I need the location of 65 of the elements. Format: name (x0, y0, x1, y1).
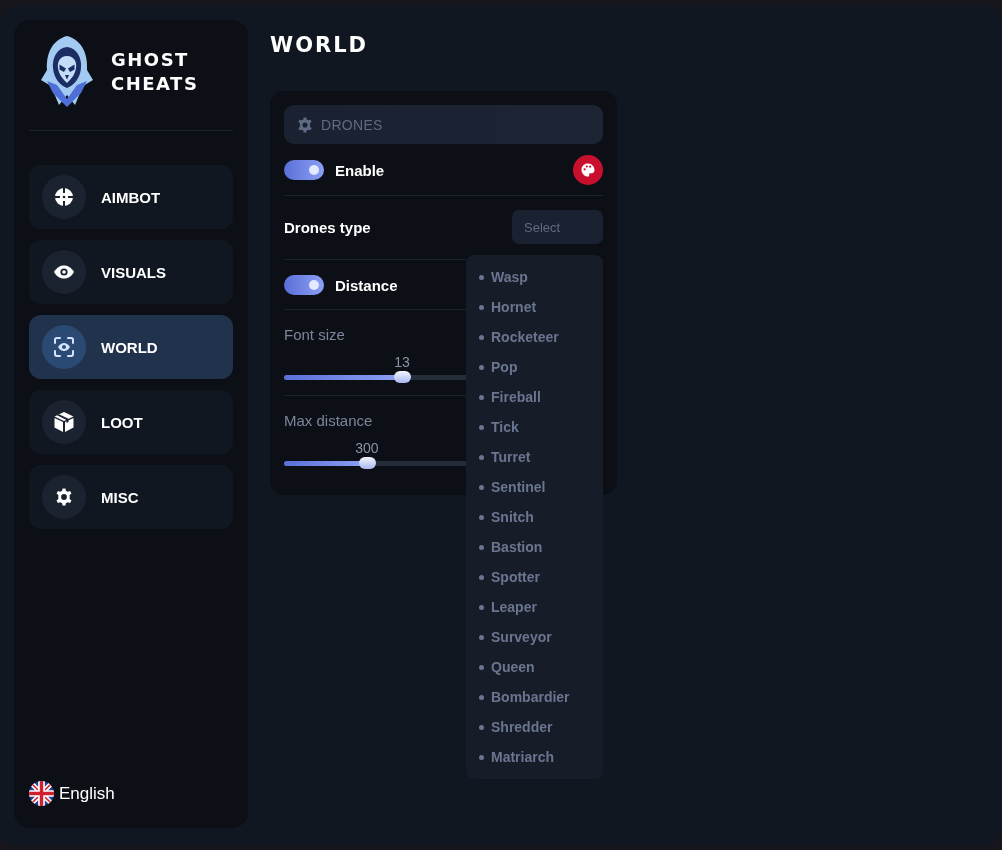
sidebar-item[interactable]: WORLD (29, 315, 233, 379)
select-dropdown[interactable]: Select (512, 210, 603, 244)
dropdown-option[interactable]: Surveyor (466, 622, 603, 652)
dropdown-option[interactable]: Queen (466, 652, 603, 682)
dropdown-option[interactable]: Rocketeer (466, 322, 603, 352)
dropdown-option[interactable]: Matriarch (466, 742, 603, 772)
slider-value: 13 (394, 354, 410, 370)
eye-icon (42, 250, 86, 294)
dot-icon (479, 334, 484, 340)
dot-icon (479, 634, 484, 640)
dot-icon (479, 544, 484, 550)
dot-icon (479, 304, 484, 310)
dropdown-option[interactable]: Turret (466, 442, 603, 472)
slider-handle[interactable] (394, 371, 411, 383)
brand-name: GHOST CHEATS (111, 47, 200, 96)
slider-handle[interactable] (358, 457, 376, 469)
crosshair-icon (42, 175, 86, 219)
scan-eye-icon (42, 325, 86, 369)
dropdown-option[interactable]: Leaper (466, 592, 603, 622)
gear-icon (42, 475, 86, 519)
dropdown-option[interactable]: Shredder (466, 712, 603, 742)
page-title: WORLD (270, 32, 368, 58)
dropdown-option[interactable]: Hornet (466, 292, 603, 322)
dropdown-option[interactable]: Wasp (466, 262, 603, 292)
dot-icon (479, 574, 484, 580)
dot-icon (479, 604, 484, 610)
dot-icon (479, 754, 484, 760)
dropdown-option[interactable]: Bastion (466, 532, 603, 562)
dot-icon (479, 274, 484, 280)
dot-icon (479, 424, 484, 430)
dropdown-option[interactable]: Tick (466, 412, 603, 442)
slider-value: 300 (355, 440, 379, 456)
hooded-skull-icon (38, 35, 96, 108)
dot-icon (479, 484, 484, 490)
sidebar-item[interactable]: LOOT (29, 390, 233, 454)
setting-label: Font size (284, 326, 345, 343)
section-title: DRONES (321, 116, 383, 133)
sidebar-item[interactable]: MISC (29, 465, 233, 529)
sidebar-item[interactable]: AIMBOT (29, 165, 233, 229)
setting-label: Max distance (284, 412, 373, 429)
dropdown-option[interactable]: Snitch (466, 502, 603, 532)
dot-icon (479, 724, 484, 730)
gear-icon (297, 116, 313, 133)
dropdown-option[interactable]: Bombardier (466, 682, 603, 712)
dot-icon (479, 364, 484, 370)
color-button[interactable] (573, 155, 603, 185)
dot-icon (479, 664, 484, 670)
setting-label: Drones type (284, 218, 371, 236)
toggle-switch[interactable] (284, 160, 324, 180)
toggle-switch[interactable] (284, 275, 324, 295)
setting-label: Distance (335, 276, 398, 294)
setting-label: Enable (335, 161, 385, 179)
dropdown-option[interactable]: Spotter (466, 562, 603, 592)
flag-icon (29, 781, 54, 806)
dropdown-option[interactable]: Pop (466, 352, 603, 382)
dropdown-option[interactable]: Fireball (466, 382, 603, 412)
box-icon (42, 400, 86, 444)
dot-icon (479, 454, 484, 460)
language-selector[interactable]: English (59, 783, 115, 804)
palette-icon (581, 163, 595, 177)
dot-icon (479, 514, 484, 520)
sidebar-item[interactable]: VISUALS (29, 240, 233, 304)
dropdown-option[interactable]: Sentinel (466, 472, 603, 502)
dot-icon (479, 694, 484, 700)
dot-icon (479, 394, 484, 400)
